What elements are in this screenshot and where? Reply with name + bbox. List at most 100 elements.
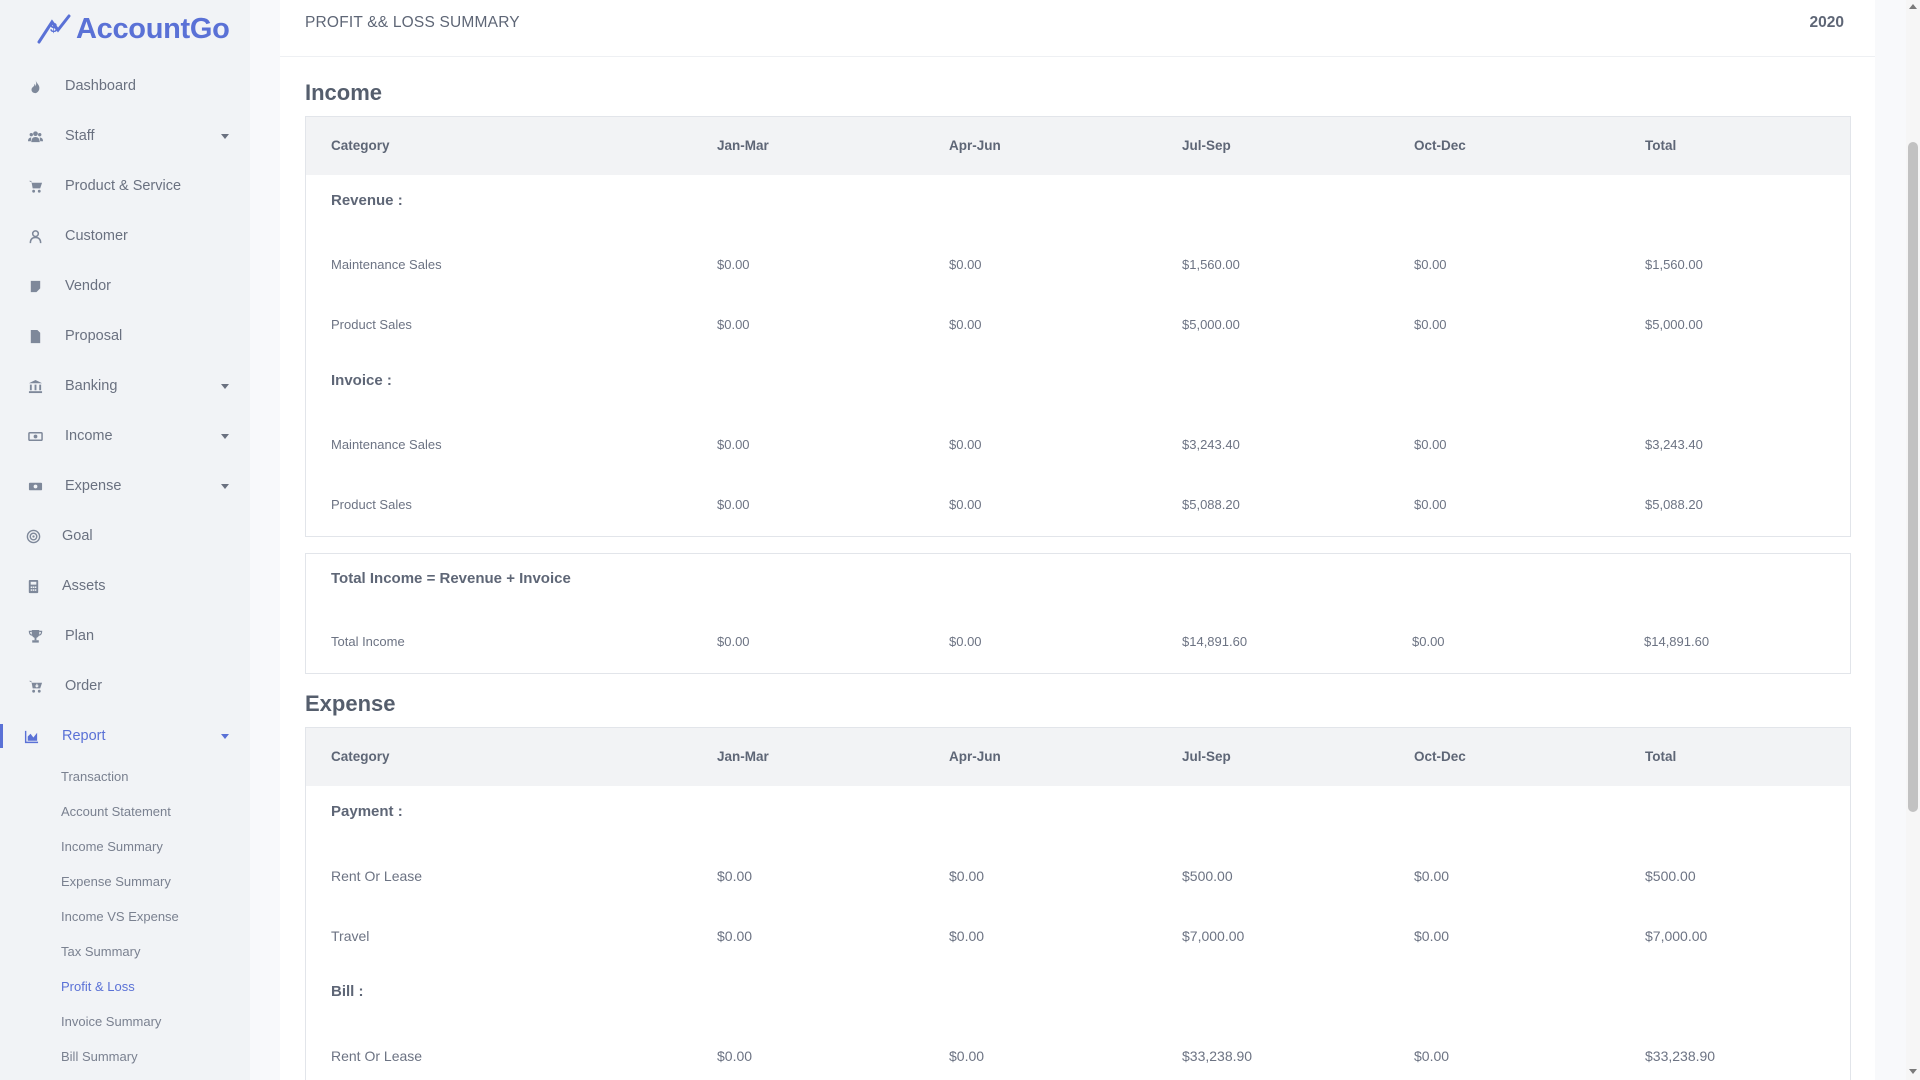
column-header: Apr-Jun: [949, 749, 1001, 764]
table-cell: $0.00: [1414, 257, 1447, 272]
money-icon: [26, 427, 44, 445]
scroll-up-icon[interactable]: [1909, 4, 1917, 9]
sidebar-item-vendor[interactable]: Vendor: [0, 266, 250, 306]
table-cell: $0.00: [717, 1048, 753, 1064]
note-icon: [26, 277, 44, 295]
active-indicator: [0, 724, 3, 748]
sidebar-subitem-expense-summary[interactable]: Expense Summary: [61, 874, 171, 889]
sidebar-item-plan[interactable]: Plan: [0, 616, 250, 656]
column-header: Jan-Mar: [717, 749, 769, 764]
group-label-revenue: Revenue :: [331, 192, 403, 209]
sidebar-item-label: Staff: [65, 128, 95, 144]
app-name: AccountGo: [76, 12, 230, 45]
table-cell: $1,560.00: [1645, 257, 1703, 272]
sidebar-item-label: Product & Service: [65, 178, 182, 194]
sidebar-item-dashboard[interactable]: Dashboard: [0, 66, 250, 106]
sidebar-item-banking[interactable]: Banking: [0, 366, 250, 406]
sidebar: $ AccountGo Dashboard Staff Product & Se…: [0, 0, 250, 1080]
table-cell: $0.00: [1414, 868, 1450, 884]
table-cell: Rent Or Lease: [331, 1048, 423, 1064]
sidebar-subitem-account-statement[interactable]: Account Statement: [61, 804, 171, 819]
table-cell: $0.00: [1414, 437, 1447, 452]
sidebar-subitem-transaction[interactable]: Transaction: [61, 769, 128, 784]
table-cell: $0.00: [949, 257, 982, 272]
table-cell: $0.00: [949, 497, 982, 512]
income-table: Category Jan-Mar Apr-Jun Jul-Sep Oct-Dec…: [305, 116, 1851, 537]
target-icon: [24, 527, 42, 545]
app-logo[interactable]: $ AccountGo: [36, 12, 230, 46]
sidebar-item-report[interactable]: Report: [0, 716, 250, 756]
scroll-down-icon[interactable]: [1909, 1069, 1917, 1074]
table-cell: $5,000.00: [1182, 317, 1240, 332]
sidebar-subitem-tax-summary[interactable]: Tax Summary: [61, 944, 140, 959]
calculator-icon: [24, 577, 42, 595]
sidebar-item-order[interactable]: Order: [0, 666, 250, 706]
column-header: Total: [1645, 138, 1677, 153]
column-header: Total: [1645, 749, 1677, 764]
sidebar-item-label: Goal: [62, 528, 93, 544]
card-header: PROFIT && LOSS SUMMARY 2020: [280, 0, 1875, 57]
sidebar-item-income[interactable]: Income: [0, 416, 250, 456]
table-cell: $0.00: [949, 868, 985, 884]
table-cell: $0.00: [717, 868, 753, 884]
table-cell: $5,088.20: [1645, 497, 1703, 512]
sidebar-item-label: Income: [65, 428, 113, 444]
file-icon: [26, 327, 44, 345]
bank-icon: [26, 377, 44, 395]
chevron-down-icon: [221, 733, 229, 739]
table-cell: $0.00: [717, 634, 750, 649]
sidebar-item-label: Assets: [62, 578, 106, 594]
sidebar-subitem-invoice-summary[interactable]: Invoice Summary: [61, 1014, 161, 1029]
sidebar-item-goal[interactable]: Goal: [0, 516, 250, 556]
svg-text:$: $: [50, 20, 58, 35]
sidebar-item-label: Expense: [65, 478, 122, 494]
column-header: Jul-Sep: [1182, 138, 1231, 153]
table-cell: $0.00: [717, 497, 750, 512]
table-cell: Total Income: [331, 634, 405, 649]
column-header: Category: [331, 749, 390, 764]
page-title: PROFIT && LOSS SUMMARY: [305, 14, 520, 31]
column-header: Oct-Dec: [1414, 749, 1466, 764]
table-cell: $0.00: [1412, 634, 1445, 649]
sidebar-item-label: Proposal: [65, 328, 123, 344]
table-cell: $33,238.90: [1182, 1048, 1253, 1064]
sidebar-item-expense[interactable]: Expense: [0, 466, 250, 506]
table-cell: Maintenance Sales: [331, 257, 442, 272]
table-cell: Maintenance Sales: [331, 437, 442, 452]
table-cell: $14,891.60: [1644, 634, 1710, 649]
user-icon: [26, 227, 44, 245]
income-table-header: Category Jan-Mar Apr-Jun Jul-Sep Oct-Dec…: [306, 117, 1850, 175]
sidebar-subitem-income-summary[interactable]: Income Summary: [61, 839, 163, 854]
sidebar-item-assets[interactable]: Assets: [0, 566, 250, 606]
cart-icon: [26, 177, 44, 195]
income-section-title: Income: [305, 80, 383, 105]
chevron-down-icon: [221, 133, 229, 139]
table-cell: $500.00: [1182, 868, 1233, 884]
sidebar-item-staff[interactable]: Staff: [0, 116, 250, 156]
table-cell: $0.00: [1414, 317, 1447, 332]
column-header: Category: [331, 138, 390, 153]
scrollbar-thumb[interactable]: [1908, 142, 1918, 812]
users-icon: [26, 127, 44, 145]
sidebar-item-proposal[interactable]: Proposal: [0, 316, 250, 356]
chevron-down-icon: [221, 433, 229, 439]
sidebar-subitem-bill-summary[interactable]: Bill Summary: [61, 1049, 138, 1064]
sidebar-item-label: Report: [62, 728, 106, 744]
sidebar-item-label: Banking: [65, 378, 118, 394]
sidebar-subitem-profit-loss[interactable]: Profit & Loss: [61, 979, 135, 994]
page-scrollbar[interactable]: [1906, 0, 1920, 1080]
column-header: Apr-Jun: [949, 138, 1001, 153]
report-card: PROFIT && LOSS SUMMARY 2020 Income Categ…: [280, 0, 1875, 1080]
table-cell: $1,560.00: [1182, 257, 1240, 272]
sidebar-item-customer[interactable]: Customer: [0, 216, 250, 256]
sidebar-subitem-income-vs-expense[interactable]: Income VS Expense: [61, 909, 179, 924]
table-cell: $0.00: [717, 257, 750, 272]
total-income-table: Total Income = Revenue + Invoice Total I…: [305, 553, 1851, 674]
sidebar-item-label: Order: [65, 678, 103, 694]
chevron-down-icon: [221, 483, 229, 489]
sidebar-item-product-service[interactable]: Product & Service: [0, 166, 250, 206]
chevron-down-icon: [221, 383, 229, 389]
group-label-payment: Payment :: [331, 803, 403, 820]
table-cell: Product Sales: [331, 497, 412, 512]
table-cell: $0.00: [717, 437, 750, 452]
